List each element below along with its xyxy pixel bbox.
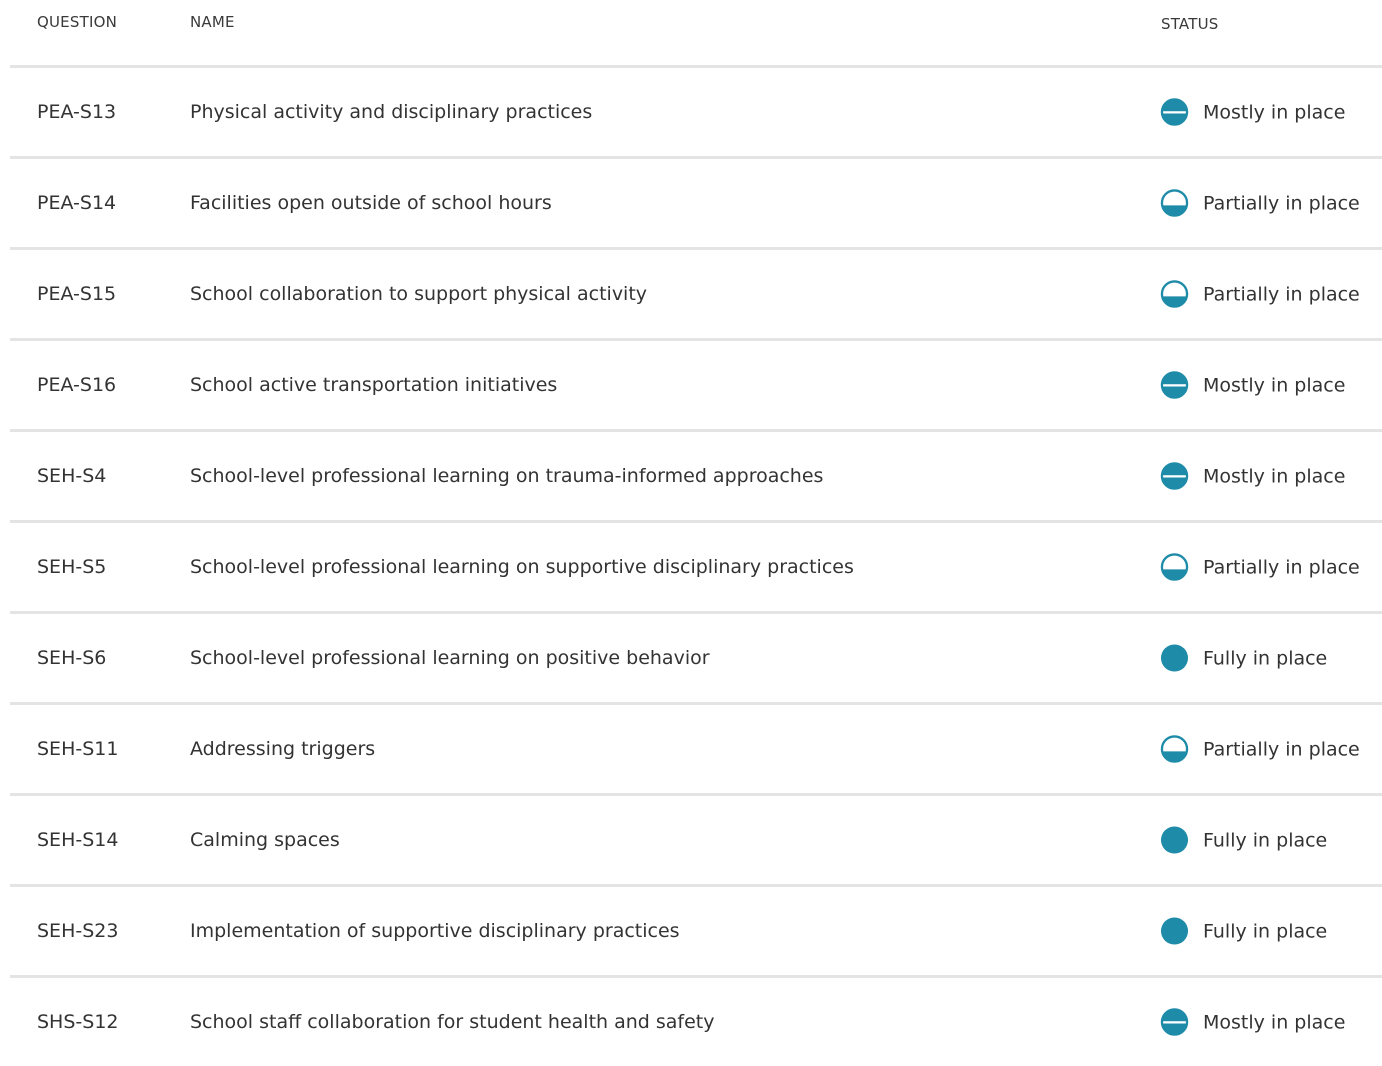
status-label: Mostly in place <box>1203 465 1346 487</box>
table-header: QUESTION NAME STATUS <box>10 0 1382 65</box>
question-name[interactable]: School-level professional learning on tr… <box>190 465 823 487</box>
question-id: SEH-S6 <box>37 647 107 669</box>
status-indicator: Partially in place <box>1160 280 1360 309</box>
question-id: SEH-S14 <box>37 829 119 851</box>
questions-table: QUESTION NAME STATUS PEA-S13 Physical ac… <box>10 0 1382 1066</box>
question-id: PEA-S16 <box>37 374 117 396</box>
table-row[interactable]: SEH-S14 Calming spaces Fully in place <box>10 796 1382 884</box>
partially-in-place-icon <box>1160 280 1189 308</box>
table-row[interactable]: SHS-S12 School staff collaboration for s… <box>10 978 1382 1066</box>
status-label: Mostly in place <box>1203 374 1346 396</box>
status-indicator: Mostly in place <box>1160 98 1345 127</box>
status-indicator: Fully in place <box>1160 917 1327 946</box>
partially-in-place-icon <box>1160 189 1189 217</box>
status-label: Fully in place <box>1203 829 1328 851</box>
question-id: PEA-S14 <box>37 192 117 214</box>
table-row[interactable]: SEH-S11 Addressing triggers Partially in… <box>10 705 1382 793</box>
question-name[interactable]: Addressing triggers <box>190 738 375 760</box>
mostly-in-place-icon <box>1160 462 1189 490</box>
fully-in-place-icon <box>1160 826 1189 854</box>
status-label: Mostly in place <box>1203 1011 1346 1033</box>
column-header-question[interactable]: QUESTION <box>37 13 117 31</box>
table-row[interactable]: PEA-S14 Facilities open outside of schoo… <box>10 159 1382 247</box>
table-row[interactable]: SEH-S4 School-level professional learnin… <box>10 432 1382 520</box>
fully-in-place-icon <box>1160 644 1189 672</box>
mostly-in-place-icon <box>1160 1008 1189 1036</box>
question-name[interactable]: School collaboration to support physical… <box>190 283 647 305</box>
status-indicator: Fully in place <box>1160 644 1327 673</box>
status-indicator: Mostly in place <box>1160 371 1345 400</box>
question-name[interactable]: School active transportation initiatives <box>190 374 557 396</box>
status-label: Fully in place <box>1203 920 1328 942</box>
fully-in-place-icon <box>1160 917 1189 945</box>
status-label: Mostly in place <box>1203 101 1346 123</box>
question-name[interactable]: Calming spaces <box>190 829 340 851</box>
table-row[interactable]: SEH-S23 Implementation of supportive dis… <box>10 887 1382 975</box>
status-label: Partially in place <box>1203 738 1360 760</box>
partially-in-place-icon <box>1160 553 1189 581</box>
status-label: Fully in place <box>1203 647 1328 669</box>
status-indicator: Fully in place <box>1160 826 1327 855</box>
column-header-status[interactable]: STATUS <box>1161 15 1218 33</box>
question-name[interactable]: School-level professional learning on su… <box>190 556 854 578</box>
question-id: PEA-S15 <box>37 283 117 305</box>
question-id: SEH-S23 <box>37 920 119 942</box>
table-row[interactable]: PEA-S13 Physical activity and disciplina… <box>10 68 1382 156</box>
status-label: Partially in place <box>1203 556 1360 578</box>
question-id: SHS-S12 <box>37 1011 119 1033</box>
question-id: SEH-S11 <box>37 738 119 760</box>
status-label: Partially in place <box>1203 283 1360 305</box>
question-name[interactable]: Physical activity and disciplinary pract… <box>190 101 592 123</box>
question-id: SEH-S4 <box>37 465 107 487</box>
partially-in-place-icon <box>1160 735 1189 763</box>
status-indicator: Partially in place <box>1160 735 1360 764</box>
status-indicator: Partially in place <box>1160 553 1360 582</box>
question-name[interactable]: School-level professional learning on po… <box>190 647 710 669</box>
mostly-in-place-icon <box>1160 371 1189 399</box>
table-row[interactable]: PEA-S16 School active transportation ini… <box>10 341 1382 429</box>
table-row[interactable]: SEH-S6 School-level professional learnin… <box>10 614 1382 702</box>
table-row[interactable]: PEA-S15 School collaboration to support … <box>10 250 1382 338</box>
question-id: SEH-S5 <box>37 556 107 578</box>
column-header-name[interactable]: NAME <box>190 13 235 31</box>
mostly-in-place-icon <box>1160 98 1189 126</box>
status-indicator: Mostly in place <box>1160 1008 1345 1037</box>
table-row[interactable]: SEH-S5 School-level professional learnin… <box>10 523 1382 611</box>
status-indicator: Mostly in place <box>1160 462 1345 491</box>
question-id: PEA-S13 <box>37 101 117 123</box>
question-name[interactable]: Implementation of supportive disciplinar… <box>190 920 680 942</box>
question-name[interactable]: School staff collaboration for student h… <box>190 1011 715 1033</box>
status-indicator: Partially in place <box>1160 189 1360 218</box>
status-label: Partially in place <box>1203 192 1360 214</box>
question-name[interactable]: Facilities open outside of school hours <box>190 192 552 214</box>
